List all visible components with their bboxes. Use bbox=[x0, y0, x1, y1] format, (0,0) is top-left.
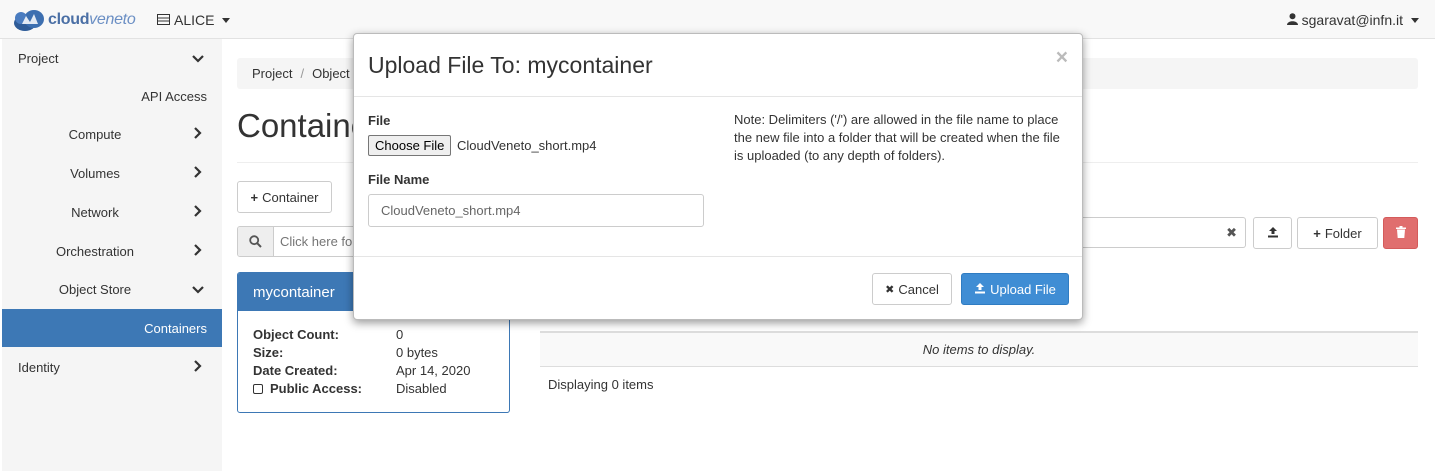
delimiter-note: Note: Delimiters ('/') are allowed in th… bbox=[734, 112, 1060, 163]
upload-file-modal: Upload File To: mycontainer × File Choos… bbox=[353, 33, 1083, 320]
cancel-button[interactable]: ✖ Cancel bbox=[872, 273, 952, 305]
modal-footer-divider bbox=[354, 256, 1082, 257]
close-icon[interactable]: × bbox=[1056, 46, 1068, 70]
file-name-field[interactable]: CloudVeneto_short.mp4 bbox=[368, 194, 704, 227]
chosen-file-name: CloudVeneto_short.mp4 bbox=[457, 138, 597, 153]
modal-title: Upload File To: mycontainer bbox=[368, 52, 653, 78]
modal-header: Upload File To: mycontainer × bbox=[354, 34, 1082, 97]
upload-icon bbox=[974, 282, 986, 297]
choose-file-button[interactable]: Choose File bbox=[368, 135, 452, 156]
upload-file-button[interactable]: Upload File bbox=[961, 273, 1069, 305]
close-icon: ✖ bbox=[885, 283, 895, 296]
file-name-label: File Name bbox=[368, 172, 430, 187]
file-label: File bbox=[368, 113, 391, 128]
